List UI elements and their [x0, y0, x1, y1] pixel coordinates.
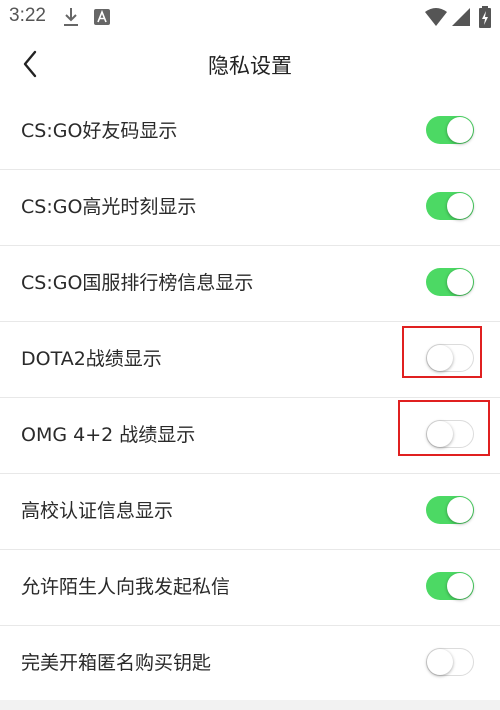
- setting-row-omg-record: OMG 4+2 战绩显示: [0, 398, 500, 474]
- setting-row-stranger-messages: 允许陌生人向我发起私信: [0, 550, 500, 626]
- setting-row-csgo-friend-code: CS:GO好友码显示: [0, 94, 500, 170]
- setting-label: CS:GO高光时刻显示: [21, 196, 197, 218]
- setting-row-csgo-highlights: CS:GO高光时刻显示: [0, 170, 500, 246]
- status-bar: 3:22: [0, 0, 500, 34]
- toggle-knob: [427, 649, 453, 675]
- toggle-switch[interactable]: [426, 268, 474, 296]
- toggle-switch[interactable]: [426, 116, 474, 144]
- toggle-knob: [447, 193, 473, 219]
- page-title: 隐私设置: [208, 54, 292, 78]
- toggle-switch[interactable]: [426, 648, 474, 676]
- toggle-knob: [427, 345, 453, 371]
- setting-label: 高校认证信息显示: [21, 500, 174, 522]
- setting-label: CS:GO国服排行榜信息显示: [21, 272, 254, 294]
- toggle-knob: [447, 117, 473, 143]
- toggle-switch[interactable]: [426, 192, 474, 220]
- toggle-knob: [447, 573, 473, 599]
- toggle-knob: [447, 497, 473, 523]
- toggle-knob: [427, 421, 453, 447]
- setting-label: OMG 4+2 战绩显示: [21, 424, 196, 446]
- privacy-settings-list: CS:GO好友码显示 CS:GO高光时刻显示 CS:GO国服排行榜信息显示 DO…: [0, 94, 500, 702]
- app-notification-icon: [94, 9, 110, 29]
- download-icon: [63, 7, 79, 31]
- toggle-knob: [447, 269, 473, 295]
- setting-label: 允许陌生人向我发起私信: [21, 576, 231, 598]
- setting-row-dota2-record: DOTA2战绩显示: [0, 322, 500, 398]
- battery-charging-icon: [479, 6, 491, 32]
- setting-row-university-cert: 高校认证信息显示: [0, 474, 500, 550]
- setting-label: DOTA2战绩显示: [21, 348, 162, 370]
- toggle-switch[interactable]: [426, 420, 474, 448]
- wifi-icon: [425, 8, 447, 30]
- setting-row-csgo-leaderboard: CS:GO国服排行榜信息显示: [0, 246, 500, 322]
- signal-icon: [452, 8, 470, 30]
- setting-row-anonymous-key-purchase: 完美开箱匿名购买钥匙: [0, 626, 500, 702]
- setting-label: CS:GO好友码显示: [21, 120, 178, 142]
- bottom-spacer: [0, 700, 500, 710]
- toggle-switch[interactable]: [426, 572, 474, 600]
- setting-label: 完美开箱匿名购买钥匙: [21, 652, 212, 674]
- status-time: 3:22: [9, 5, 46, 26]
- toggle-switch[interactable]: [426, 344, 474, 372]
- toggle-switch[interactable]: [426, 496, 474, 524]
- nav-bar: 隐私设置: [0, 34, 500, 95]
